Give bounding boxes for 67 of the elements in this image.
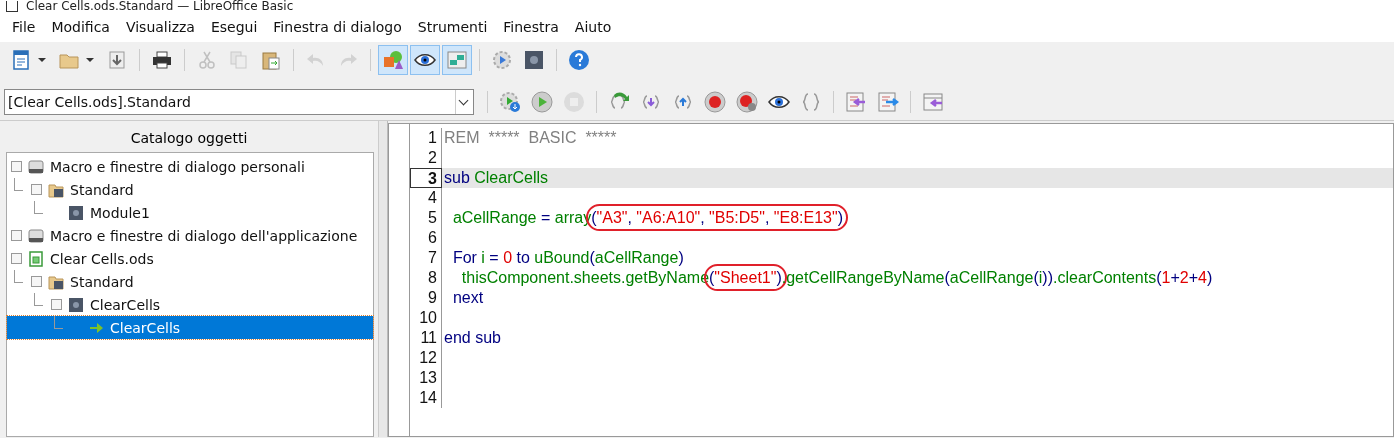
dropdown-arrow-icon[interactable] — [86, 58, 94, 62]
expander-icon[interactable] — [11, 253, 22, 264]
menu-item[interactable]: Esegui — [202, 19, 266, 35]
code-line: sub ClearCells — [443, 169, 549, 187]
line-number: 5 — [410, 208, 442, 228]
play-icon — [531, 91, 553, 113]
tree-item[interactable]: ClearCells — [7, 293, 373, 316]
line-number: 14 — [410, 388, 442, 408]
line-number: 6 — [410, 228, 442, 248]
tree-item[interactable]: Module1 — [7, 201, 373, 224]
tree-item[interactable]: Macro e finestre di dialogo personali — [7, 155, 373, 178]
breakpoint-icon — [736, 91, 758, 113]
panel-title: Catalogo oggetti — [129, 129, 249, 148]
line-number: 1 — [410, 128, 442, 148]
scissors-icon — [196, 49, 218, 71]
menu-item[interactable]: Finestra — [495, 19, 567, 35]
code-editor[interactable] — [388, 123, 1394, 437]
expander-icon[interactable] — [31, 276, 42, 287]
library-dropdown[interactable]: [Clear Cells.ods].Standard — [4, 89, 474, 115]
drive-icon — [28, 158, 44, 175]
line-number: 8 — [410, 268, 442, 288]
eye-button[interactable] — [410, 45, 440, 75]
line-number: 9 — [410, 288, 442, 308]
line-number: 4 — [410, 188, 442, 208]
line-number: 12 — [410, 348, 442, 368]
expander-icon[interactable] — [51, 299, 62, 310]
shapes-icon — [382, 49, 404, 71]
braces-icon — [800, 91, 822, 113]
menu-item[interactable]: File — [4, 19, 44, 35]
tree-item[interactable]: Macro e finestre di dialogo dell'applicazione — [7, 224, 373, 247]
paste-icon — [260, 49, 282, 71]
line-number: 3 — [410, 168, 442, 188]
expander-icon[interactable] — [11, 161, 22, 172]
expander-icon[interactable] — [11, 230, 22, 241]
export-icon — [877, 91, 899, 113]
breakpoint-icon — [704, 91, 726, 113]
line-number: 11 — [410, 328, 442, 348]
copy-icon — [228, 49, 250, 71]
menu-item[interactable]: Modifica — [43, 19, 118, 35]
tree-item[interactable]: Standard — [7, 178, 373, 201]
code-line: next — [451, 289, 484, 307]
menu-item[interactable]: Visualizza — [117, 19, 203, 35]
tree-item[interactable]: Clear Cells.ods — [7, 247, 373, 270]
expander-icon[interactable] — [31, 184, 42, 195]
menu-item[interactable]: Aiuto — [566, 19, 620, 35]
folder-icon — [48, 181, 64, 198]
menu-item[interactable]: Finestra di dialogo — [265, 19, 410, 35]
tree-item[interactable]: ClearCells — [7, 316, 373, 339]
folder-icon — [48, 273, 64, 290]
code-line: REM ***** BASIC ***** — [443, 129, 617, 147]
download-icon — [106, 49, 128, 71]
tree-item[interactable]: Standard — [7, 270, 373, 293]
code-line: end sub — [443, 329, 501, 347]
import-icon — [845, 91, 867, 113]
line-number: 13 — [410, 368, 442, 388]
window-icon — [922, 91, 944, 113]
menu-item[interactable]: Strumenti — [409, 19, 496, 35]
blocks-icon — [446, 49, 468, 71]
window-title: Clear Cells.ods.Standard — LibreOffice Basic — [26, 0, 294, 12]
code-line: For i = 0 to uBound(aCellRange) — [451, 249, 684, 267]
spreadsheet-icon — [28, 250, 44, 267]
printer-icon — [151, 49, 173, 71]
line-number: 7 — [410, 248, 442, 268]
dropdown-arrow-icon[interactable] — [38, 58, 46, 62]
line-number: 10 — [410, 308, 442, 328]
drive-icon — [28, 227, 44, 244]
help-icon — [568, 49, 590, 71]
